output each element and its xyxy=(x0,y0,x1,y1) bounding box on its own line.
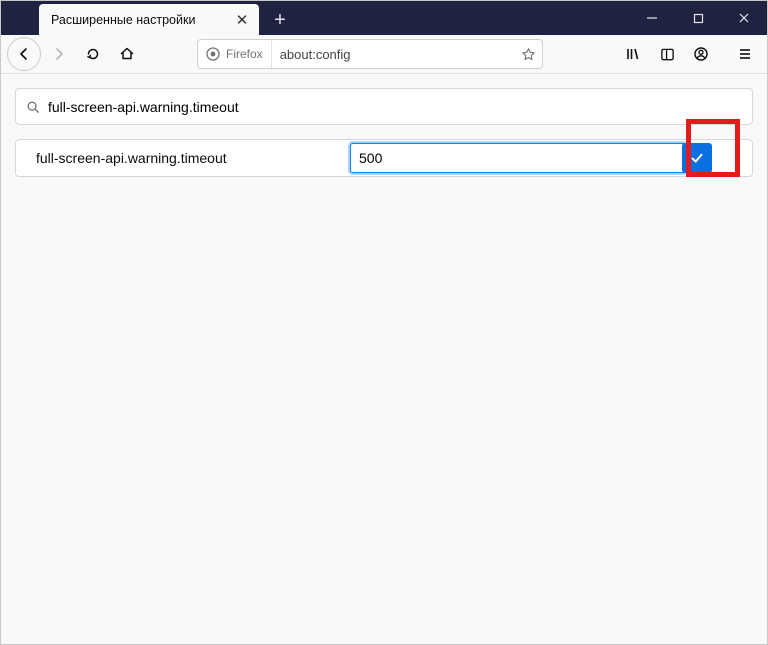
browser-tab[interactable]: Расширенные настройки ✕ xyxy=(39,4,259,35)
config-search-box[interactable] xyxy=(15,88,753,125)
check-icon xyxy=(689,150,705,166)
url-identity[interactable]: Firefox xyxy=(198,40,272,68)
sidebar-button[interactable] xyxy=(651,38,683,70)
window-titlebar: Расширенные настройки ✕ + xyxy=(1,1,767,35)
maximize-button[interactable] xyxy=(675,1,721,35)
home-button[interactable] xyxy=(111,38,143,70)
forward-button[interactable] xyxy=(43,38,75,70)
about-config-content: full-screen-api.warning.timeout xyxy=(1,74,767,191)
navigation-toolbar: Firefox xyxy=(1,35,767,74)
url-bar[interactable]: Firefox xyxy=(197,39,543,69)
url-input[interactable] xyxy=(272,40,514,68)
preference-row: full-screen-api.warning.timeout xyxy=(15,139,753,177)
reload-button[interactable] xyxy=(77,38,109,70)
close-window-button[interactable] xyxy=(721,1,767,35)
back-button[interactable] xyxy=(7,37,41,71)
url-identity-label: Firefox xyxy=(226,47,263,61)
library-button[interactable] xyxy=(617,38,649,70)
app-menu-button[interactable] xyxy=(729,38,761,70)
close-tab-icon[interactable]: ✕ xyxy=(233,11,251,29)
search-icon xyxy=(26,100,40,114)
save-button[interactable] xyxy=(682,143,712,173)
config-search-input[interactable] xyxy=(48,89,742,124)
preference-value-input[interactable] xyxy=(350,143,686,173)
minimize-button[interactable] xyxy=(629,1,675,35)
account-button[interactable] xyxy=(685,38,717,70)
bookmark-star-icon[interactable] xyxy=(514,47,542,62)
preference-name: full-screen-api.warning.timeout xyxy=(36,150,350,166)
window-controls xyxy=(629,1,767,35)
firefox-logo-icon xyxy=(206,47,220,61)
tab-title: Расширенные настройки xyxy=(51,13,233,27)
new-tab-button[interactable]: + xyxy=(265,5,295,35)
